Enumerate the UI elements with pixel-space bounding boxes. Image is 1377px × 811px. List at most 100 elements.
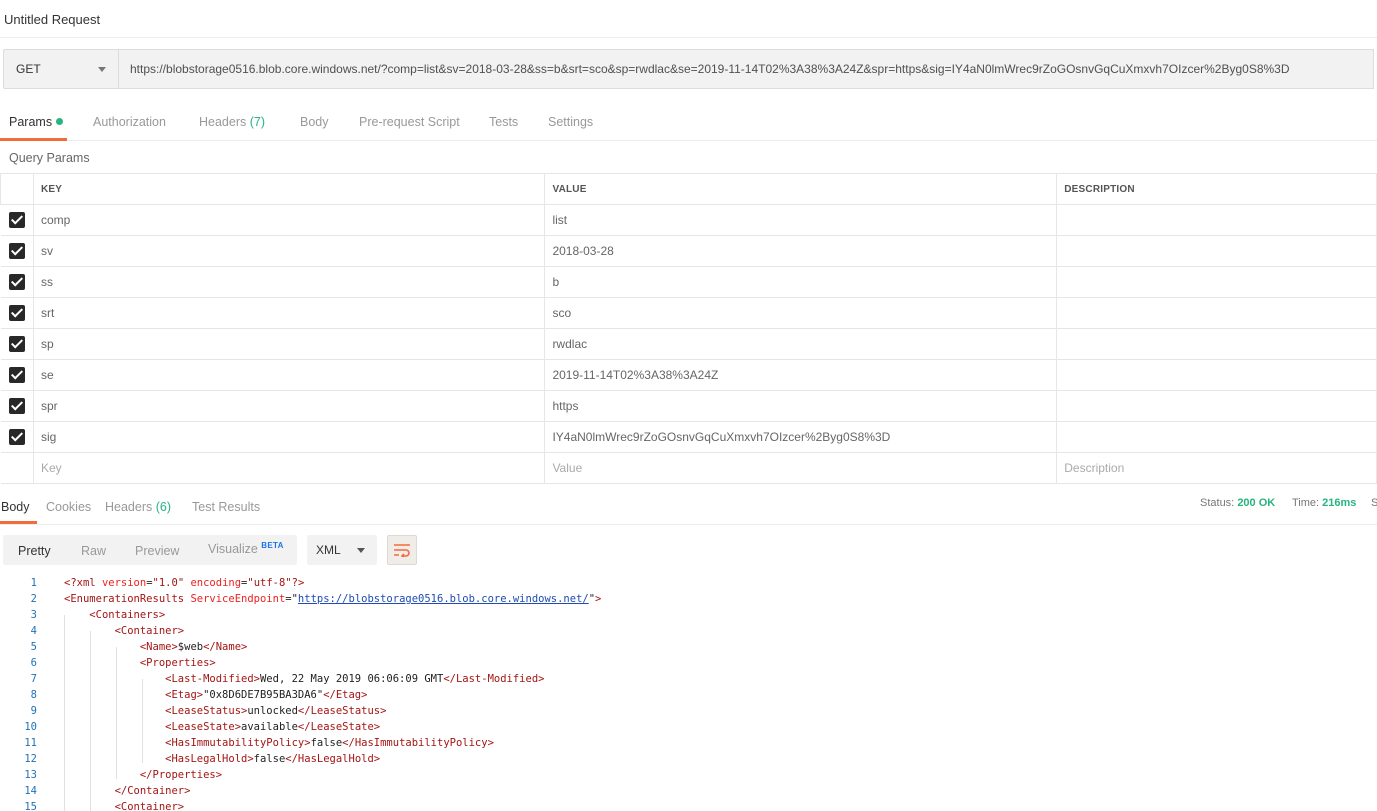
code-content: </Container> xyxy=(64,783,191,799)
line-number: 10 xyxy=(24,721,37,733)
line-number: 2 xyxy=(30,593,37,605)
code-token: <Etag> xyxy=(165,689,204,701)
param-value[interactable]: b xyxy=(544,266,1058,298)
new-key-input[interactable]: Key xyxy=(32,452,546,484)
request-title[interactable]: Untitled Request xyxy=(4,12,100,27)
code-line: 14 </Container> xyxy=(0,783,1377,799)
checkbox-checked-icon[interactable] xyxy=(8,305,25,321)
param-key[interactable]: sig xyxy=(32,421,546,453)
tab-body[interactable]: Body xyxy=(300,115,329,129)
query-params-table: KEY VALUE DESCRIPTION comp list sv 2018-03-… xyxy=(0,173,1377,484)
tab-headers-count: (7) xyxy=(249,115,266,129)
param-key[interactable]: ss xyxy=(32,266,546,298)
table-header-row: KEY VALUE DESCRIPTION xyxy=(0,173,1377,205)
response-tab-cookies[interactable]: Cookies xyxy=(46,500,91,514)
response-tab-body[interactable]: Body xyxy=(1,500,30,514)
param-key[interactable]: se xyxy=(32,359,546,391)
code-token: unlocked xyxy=(247,705,298,717)
code-token: <HasLegalHold> xyxy=(165,753,254,765)
table-row-new: Key Value Description xyxy=(0,452,1377,484)
param-description[interactable] xyxy=(1056,390,1377,422)
table-row: sp rwdlac xyxy=(0,328,1377,360)
code-line: 15 <Container> xyxy=(0,799,1377,811)
param-description[interactable] xyxy=(1056,359,1377,391)
code-token: version xyxy=(101,577,147,589)
url-input[interactable]: https://blobstorage0516.blob.core.window… xyxy=(119,49,1374,89)
format-select[interactable]: XML xyxy=(307,535,377,565)
view-pretty-button[interactable]: Pretty xyxy=(18,544,51,558)
view-visualize-button[interactable]: Visualize BETA xyxy=(208,541,284,556)
response-body-code[interactable]: 1 <?xml version="1.0" encoding="utf-8"?> 2… xyxy=(0,575,1377,811)
response-status: Status: 200 OK xyxy=(1200,497,1275,509)
checkbox-checked-icon[interactable] xyxy=(8,336,25,352)
param-value[interactable]: 2019-11-14T02%3A38%3A24Z xyxy=(544,359,1058,391)
param-description[interactable] xyxy=(1056,328,1377,360)
param-value[interactable]: https xyxy=(544,390,1058,422)
param-description[interactable] xyxy=(1056,235,1377,267)
param-key[interactable]: srt xyxy=(32,297,546,329)
view-raw-button[interactable]: Raw xyxy=(81,544,106,558)
code-token: </Container> xyxy=(114,785,191,797)
active-tab-indicator xyxy=(0,138,67,141)
time-value[interactable]: 216ms xyxy=(1322,497,1356,509)
code-content: <LeaseState>available</LeaseState> xyxy=(64,719,380,735)
checkbox-checked-icon[interactable] xyxy=(8,243,25,259)
code-token: </Etag> xyxy=(323,689,368,701)
tab-params[interactable]: Params xyxy=(9,115,64,129)
row-checkbox-cell xyxy=(0,328,34,360)
response-tab-test-results[interactable]: Test Results xyxy=(192,500,260,514)
tab-headers[interactable]: Headers (7) xyxy=(199,115,265,129)
param-value[interactable]: IY4aN0lmWrec9rZoGOsnvGqCuXmxvh7OIzcer%2B… xyxy=(544,421,1058,453)
code-content: <HasLegalHold>false</HasLegalHold> xyxy=(64,751,380,767)
param-value[interactable]: 2018-03-28 xyxy=(544,235,1058,267)
param-description[interactable] xyxy=(1056,266,1377,298)
endpoint-link[interactable]: https://blobstorage0516.blob.core.window… xyxy=(298,593,589,605)
line-number: 14 xyxy=(24,785,37,797)
tab-headers-label: Headers xyxy=(199,115,247,129)
param-value[interactable]: sco xyxy=(544,297,1058,329)
code-token: <?xml xyxy=(64,577,102,589)
tab-pre-request-script[interactable]: Pre-request Script xyxy=(359,115,460,129)
param-key[interactable]: comp xyxy=(32,204,546,236)
param-value[interactable]: rwdlac xyxy=(544,328,1058,360)
param-value[interactable]: list xyxy=(544,204,1058,236)
row-checkbox-cell xyxy=(0,266,34,298)
checkbox-checked-icon[interactable] xyxy=(8,367,25,383)
checkbox-checked-icon[interactable] xyxy=(8,429,25,445)
param-key[interactable]: spr xyxy=(32,390,546,422)
code-content: <LeaseStatus>unlocked</LeaseStatus> xyxy=(64,703,386,719)
url-bar: GET https://blobstorage0516.blob.core.wi… xyxy=(3,49,1374,89)
checkbox-checked-icon[interactable] xyxy=(8,274,25,290)
param-key[interactable]: sv xyxy=(32,235,546,267)
row-checkbox-cell xyxy=(0,359,34,391)
param-description[interactable] xyxy=(1056,421,1377,453)
code-token: $web xyxy=(177,641,204,653)
visualize-label: Visualize xyxy=(208,542,258,557)
param-description[interactable] xyxy=(1056,204,1377,236)
wrap-lines-button[interactable] xyxy=(387,535,417,565)
line-number: 12 xyxy=(24,753,37,765)
code-token: <Last-Modified> xyxy=(165,673,260,685)
new-description-input[interactable]: Description xyxy=(1056,452,1377,484)
checkbox-checked-icon[interactable] xyxy=(8,212,25,228)
param-description[interactable] xyxy=(1056,297,1377,329)
code-token: <Container> xyxy=(114,801,185,811)
view-preview-button[interactable]: Preview xyxy=(135,544,179,558)
checkbox-checked-icon[interactable] xyxy=(8,398,25,414)
table-row: spr https xyxy=(0,390,1377,422)
code-content: <HasImmutabilityPolicy>false</HasImmutab… xyxy=(64,735,494,751)
tab-tests[interactable]: Tests xyxy=(489,115,518,129)
code-token: "1.0" xyxy=(152,577,185,589)
status-value[interactable]: 200 OK xyxy=(1237,497,1275,509)
new-value-input[interactable]: Value xyxy=(544,452,1058,484)
http-method-select[interactable]: GET xyxy=(3,49,119,89)
tab-settings[interactable]: Settings xyxy=(548,115,593,129)
line-number: 4 xyxy=(30,625,37,637)
code-token: <Properties> xyxy=(139,657,216,669)
response-tab-headers[interactable]: Headers (6) xyxy=(105,500,171,514)
param-key[interactable]: sp xyxy=(32,328,546,360)
column-header-value: VALUE xyxy=(544,173,1058,205)
tab-authorization[interactable]: Authorization xyxy=(93,115,166,129)
